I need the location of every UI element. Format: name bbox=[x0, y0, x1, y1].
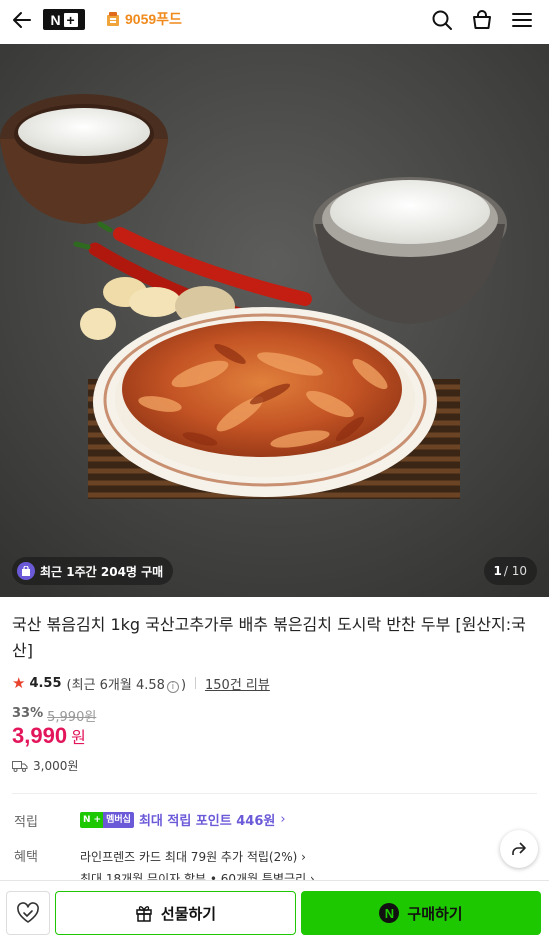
bottom-action-bar: 선물하기 N 구매하기 bbox=[0, 880, 549, 948]
star-icon: ★ bbox=[12, 674, 26, 692]
rating-score: 4.55 bbox=[29, 675, 62, 691]
buy-label: 구매하기 bbox=[407, 904, 463, 923]
recent-rating-close: ) bbox=[180, 677, 187, 693]
membership-badge: N + 멤버십 bbox=[80, 811, 134, 828]
points-label: 적립 bbox=[14, 815, 38, 830]
delivery-truck-icon bbox=[12, 760, 28, 772]
currency-unit: 원 bbox=[71, 728, 86, 747]
recent-rating-text: (최근 6개월 4.58 bbox=[66, 677, 165, 693]
membership-n: N bbox=[80, 811, 94, 828]
logo-plus-mark: + bbox=[63, 12, 78, 27]
rating-row: ★ 4.55 (최근 6개월 4.58 i) 150건 리뷰 bbox=[12, 673, 270, 693]
sale-price: 3,990 bbox=[12, 723, 68, 748]
rating-divider bbox=[195, 677, 197, 689]
max-points-text: 최대 적립 포인트 446원 bbox=[138, 814, 276, 829]
chevron-right-icon: › bbox=[280, 812, 286, 827]
store-logo-icon bbox=[107, 12, 119, 26]
shopping-bag-badge-icon bbox=[17, 562, 35, 580]
shipping-row: 3,000원 bbox=[12, 757, 78, 774]
top-header: N + 9059푸드 bbox=[0, 0, 549, 40]
share-button[interactable] bbox=[500, 830, 538, 868]
review-link[interactable]: 150건 리뷰 bbox=[205, 674, 270, 693]
product-title: 국산 볶음김치 1kg 국산고추가루 배추 볶은김치 도시락 반찬 두부 [원산… bbox=[12, 615, 526, 660]
gift-icon bbox=[136, 906, 152, 922]
gift-label: 선물하기 bbox=[160, 904, 217, 923]
product-photo bbox=[0, 44, 549, 597]
section-divider bbox=[12, 793, 537, 794]
wishlist-button[interactable] bbox=[6, 891, 50, 935]
points-link[interactable]: N + 멤버십 최대 적립 포인트 446원 › bbox=[80, 810, 286, 829]
menu-icon[interactable] bbox=[510, 8, 534, 32]
card-benefit-link[interactable]: 라인프렌즈 카드 최대 79원 추가 적립(2%) › bbox=[80, 848, 306, 865]
store-link[interactable]: 9059푸드 bbox=[106, 9, 182, 29]
logo-n-letter: N bbox=[50, 11, 61, 28]
recent-purchase-text: 최근 1주간 204명 구매 bbox=[40, 564, 164, 579]
recent-purchase-badge: 최근 1주간 204명 구매 bbox=[12, 557, 174, 585]
buy-button[interactable]: N 구매하기 bbox=[301, 891, 541, 935]
recent-rating[interactable]: (최근 6개월 4.58 i) bbox=[67, 674, 186, 693]
store-name: 9059푸드 bbox=[125, 11, 182, 27]
shopping-bag-icon[interactable] bbox=[470, 8, 494, 32]
benefits-label: 혜택 bbox=[14, 850, 38, 865]
image-counter: 1 / 10 bbox=[483, 557, 537, 585]
image-index: 1 bbox=[493, 564, 502, 578]
shipping-fee: 3,000원 bbox=[33, 759, 79, 773]
product-image-carousel[interactable]: 최근 1주간 204명 구매 1 / 10 bbox=[0, 44, 549, 597]
membership-text: 멤버십 bbox=[103, 811, 134, 828]
heart-check-icon bbox=[17, 902, 39, 923]
back-arrow-icon[interactable] bbox=[10, 8, 34, 32]
membership-plus: + bbox=[93, 811, 104, 828]
naver-pay-icon: N bbox=[379, 903, 400, 923]
image-total: / 10 bbox=[503, 564, 527, 578]
sale-price-row: 3,990 원 bbox=[12, 723, 86, 749]
info-icon[interactable]: i bbox=[166, 680, 179, 693]
gift-button[interactable]: 선물하기 bbox=[55, 891, 296, 935]
share-icon bbox=[512, 842, 526, 855]
naver-plus-logo[interactable]: N + bbox=[43, 9, 85, 30]
search-icon[interactable] bbox=[430, 8, 454, 32]
